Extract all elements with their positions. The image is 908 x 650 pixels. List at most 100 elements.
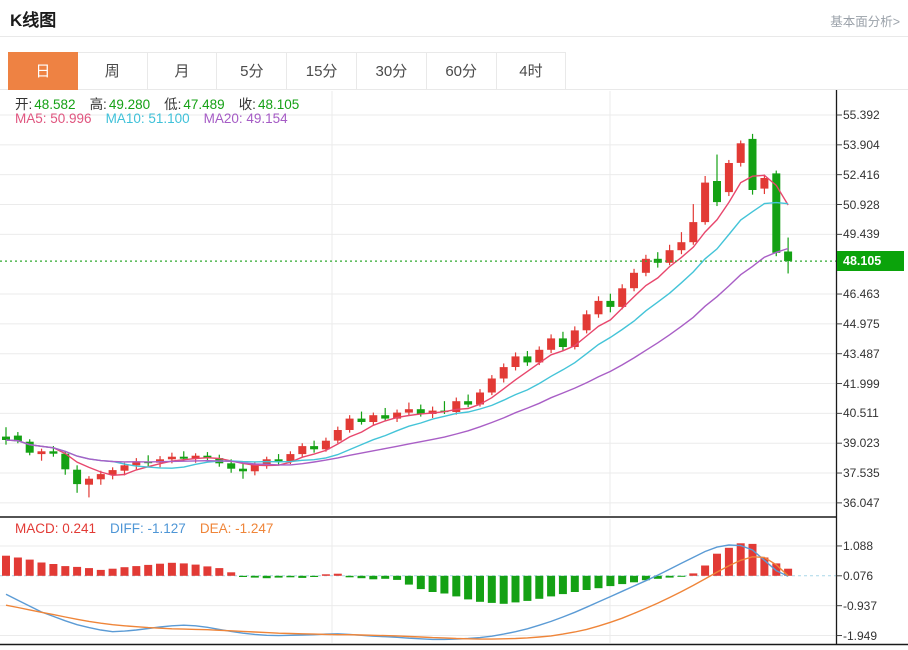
y-axis-label: 55.392 bbox=[843, 108, 880, 122]
candle bbox=[784, 252, 792, 262]
info-item: 低:47.489 bbox=[164, 97, 225, 112]
info-item: 高:49.280 bbox=[90, 97, 151, 112]
info-item: MACD: 0.241 bbox=[15, 521, 96, 536]
candle bbox=[381, 415, 389, 418]
y-axis-label: 43.487 bbox=[843, 347, 880, 361]
macd-bar bbox=[132, 566, 140, 576]
ma10-line bbox=[6, 203, 788, 469]
candle bbox=[701, 183, 709, 223]
candle bbox=[606, 301, 614, 307]
macd-bar bbox=[476, 576, 484, 602]
macd-bar bbox=[38, 563, 46, 576]
tab-15分[interactable]: 15分 bbox=[287, 52, 357, 90]
macd-bar bbox=[547, 576, 555, 597]
tab-4时[interactable]: 4时 bbox=[497, 52, 567, 90]
macd-bar bbox=[251, 576, 259, 578]
y-axis-label: 53.904 bbox=[843, 138, 880, 152]
macd-bar bbox=[2, 556, 10, 576]
macd-bar bbox=[488, 576, 496, 603]
macd-bar bbox=[49, 564, 57, 576]
macd-bar bbox=[583, 576, 591, 590]
info-item: 开:48.582 bbox=[15, 97, 76, 112]
ohlc-info: 开:48.582 高:49.280 低:47.489 收:48.105 bbox=[15, 93, 313, 113]
info-item: MA5: 50.996 bbox=[15, 111, 92, 126]
candle bbox=[405, 409, 413, 412]
macd-bar bbox=[180, 563, 188, 575]
tab-30分[interactable]: 30分 bbox=[357, 52, 427, 90]
macd-bar bbox=[677, 576, 685, 577]
macd-bar bbox=[464, 576, 472, 600]
macd-bar bbox=[227, 572, 235, 576]
macd-bar bbox=[239, 576, 247, 577]
candle bbox=[369, 415, 377, 422]
candle bbox=[677, 242, 685, 250]
y-axis-label: -1.949 bbox=[843, 629, 877, 643]
candle bbox=[523, 356, 531, 362]
candle bbox=[618, 288, 626, 307]
macd-bar bbox=[405, 576, 413, 585]
candle bbox=[749, 139, 757, 190]
candle bbox=[322, 441, 330, 450]
tab-月[interactable]: 月 bbox=[148, 52, 218, 90]
y-axis-label: 37.535 bbox=[843, 466, 880, 480]
macd-bar bbox=[109, 569, 117, 576]
candle bbox=[346, 419, 354, 430]
macd-bar bbox=[500, 576, 508, 604]
info-item: DIFF: -1.127 bbox=[110, 521, 186, 536]
ma-info: MA5: 50.996MA10: 51.100MA20: 49.154 bbox=[15, 111, 302, 126]
macd-bar bbox=[440, 576, 448, 594]
macd-bar bbox=[618, 576, 626, 584]
y-axis-label: 39.023 bbox=[843, 436, 880, 450]
macd-bar bbox=[263, 576, 271, 578]
macd-bar bbox=[595, 576, 603, 588]
macd-bar bbox=[121, 567, 129, 576]
candle bbox=[512, 356, 520, 367]
candle bbox=[358, 419, 366, 422]
macd-bar bbox=[571, 576, 579, 592]
candle bbox=[559, 338, 567, 347]
kline-app: K线图 基本面分析> 日周月5分15分30分60分4时 开:48.582高:49… bbox=[0, 0, 908, 650]
macd-info: MACD: 0.241 DIFF: -1.127 DEA: -1.247 bbox=[15, 521, 287, 536]
macd-bar bbox=[417, 576, 425, 589]
candle bbox=[121, 465, 129, 470]
macd-bar bbox=[97, 570, 105, 576]
y-axis-label: 50.928 bbox=[843, 198, 880, 212]
macd-bar bbox=[85, 568, 93, 576]
candle bbox=[180, 457, 188, 459]
macd-bar bbox=[452, 576, 460, 597]
macd-bar bbox=[26, 560, 34, 576]
tab-5分[interactable]: 5分 bbox=[217, 52, 287, 90]
macd-bar bbox=[666, 576, 674, 578]
candle bbox=[334, 430, 342, 441]
candle bbox=[547, 338, 555, 349]
macd-bar bbox=[334, 574, 342, 576]
macd-bar bbox=[73, 567, 81, 576]
tab-日[interactable]: 日 bbox=[8, 52, 78, 90]
macd-bar bbox=[369, 576, 377, 580]
macd-bar bbox=[512, 576, 520, 603]
candle bbox=[464, 401, 472, 404]
info-item: DEA: -1.247 bbox=[200, 521, 274, 536]
candle bbox=[595, 301, 603, 314]
macd-bar bbox=[689, 573, 697, 575]
macd-bar bbox=[429, 576, 437, 592]
macd-bar bbox=[322, 574, 330, 576]
info-item: 收:48.105 bbox=[239, 97, 300, 112]
macd-bar bbox=[701, 566, 709, 576]
ma20-line bbox=[6, 249, 788, 465]
macd-bar bbox=[358, 576, 366, 578]
candle bbox=[49, 451, 57, 453]
macd-bar bbox=[192, 565, 200, 576]
macd-bar bbox=[168, 563, 176, 576]
tab-60分[interactable]: 60分 bbox=[427, 52, 497, 90]
y-axis-label: 1.088 bbox=[843, 539, 873, 553]
macd-bar bbox=[275, 576, 283, 578]
candle bbox=[97, 474, 105, 479]
candle bbox=[227, 463, 235, 468]
y-axis-label: 0.076 bbox=[843, 569, 873, 583]
y-axis-label: 44.975 bbox=[843, 317, 880, 331]
macd-bar bbox=[393, 576, 401, 580]
tab-周[interactable]: 周 bbox=[78, 52, 148, 90]
macd-bar bbox=[725, 548, 733, 576]
candle bbox=[488, 379, 496, 393]
